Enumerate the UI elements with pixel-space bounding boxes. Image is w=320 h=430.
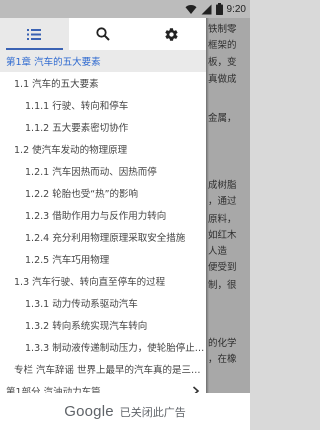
reader-text-line: 金属， <box>208 113 237 124</box>
toc-item-label: 1.3.3 制动液传递制动压力，使轮胎停止转动 <box>25 343 206 354</box>
signal-icon <box>201 4 212 14</box>
drawer-toolbar <box>0 18 206 50</box>
toc-item-label: 1.2.3 借助作用力与反作用力转向 <box>25 211 167 222</box>
toc-item[interactable]: 1.2.2 轮胎也受“热”的影响 <box>0 182 206 204</box>
reader-text-line: ，通过 <box>208 196 237 207</box>
chevron-right-icon <box>192 386 200 393</box>
reader-text-line: 成树脂 <box>208 180 237 191</box>
toc-item[interactable]: 1.1.1 行驶、转向和停车 <box>0 94 206 116</box>
toc-item-label: 第1章 汽车的五大要素 <box>6 57 101 68</box>
toc-item[interactable]: 1.3.1 动力传动系驱动汽车 <box>0 292 206 314</box>
toc-item-label: 1.2.1 汽车因热而动、因热而停 <box>25 167 157 178</box>
toc-item[interactable]: 第1部分 汽油动力车篇 <box>0 380 206 393</box>
ad-closed-text: 已关闭此广告 <box>119 405 186 419</box>
toc-item-label: 1.2 使汽车发动的物理原理 <box>14 145 128 156</box>
toc-item[interactable]: 1.2.4 充分利用物理原理采取安全措施 <box>0 226 206 248</box>
reader-text-line: 铁制零 <box>208 24 237 35</box>
reader-text-line: 板，变 <box>208 57 237 68</box>
toc-item[interactable]: 1.2.5 汽车巧用物理 <box>0 248 206 270</box>
toc-item-label: 专栏 汽车辞谣 世界上最早的汽车真的是三轮车吗？ <box>14 365 206 376</box>
toc-item[interactable]: 1.3 汽车行驶、转向直至停车的过程 <box>0 270 206 292</box>
toc-item-label: 1.3 汽车行驶、转向直至停车的过程 <box>14 277 166 288</box>
toc-drawer: 第1章 汽车的五大要素 1.1 汽车的五大要素 1.1.1 行驶、转向和停车 1.1.… <box>0 18 206 393</box>
toc-item[interactable]: 1.2 使汽车发动的物理原理 <box>0 138 206 160</box>
ad-banner[interactable]: Google 已关闭此广告 <box>0 393 250 430</box>
toc-item-label: 1.3.2 转向系统实现汽车转向 <box>25 321 148 332</box>
tab-search[interactable] <box>69 18 138 50</box>
settings-gear-icon <box>165 27 178 41</box>
reader-text-line: 的化学 <box>208 338 237 349</box>
status-bar: 9:20 <box>0 0 250 18</box>
toc-item-label: 1.1 汽车的五大要素 <box>14 79 99 90</box>
reader-text-line: 原料， <box>208 214 237 225</box>
toc-item-label: 1.1.2 五大要素密切协作 <box>25 123 129 134</box>
toc-item[interactable]: 1.3.2 转向系统实现汽车转向 <box>0 314 206 336</box>
reader-text-line: 制，很 <box>208 280 237 291</box>
toc-item[interactable]: 1.3.3 制动液传递制动压力，使轮胎停止转动 <box>0 336 206 358</box>
reader-text-line: 真做成 <box>208 74 237 85</box>
toc-item[interactable]: 1.2.1 汽车因热而动、因热而停 <box>0 160 206 182</box>
toc-item-label: 1.3.1 动力传动系驱动汽车 <box>25 299 138 310</box>
drawer-shadow <box>206 18 209 393</box>
battery-icon <box>215 3 223 15</box>
contents-list-icon <box>27 28 42 40</box>
toc-item-label: 1.2.5 汽车巧用物理 <box>25 255 110 266</box>
reader-text-line: 如红木 <box>208 230 237 241</box>
reader-text-line: 便受到 <box>208 262 237 273</box>
toc-list: 第1章 汽车的五大要素 1.1 汽车的五大要素 1.1.1 行驶、转向和停车 1.1.… <box>0 50 206 393</box>
reader-page[interactable]: 铁制零框架的板，变真做成金属， 成树脂 ，通过原料， 如红木人造便受到制，很的化学 ，在… <box>206 18 250 393</box>
toc-item[interactable]: 1.1.2 五大要素密切协作 <box>0 116 206 138</box>
search-icon <box>96 27 110 41</box>
toc-item-label: 第1部分 汽油动力车篇 <box>6 387 101 393</box>
toc-item[interactable]: 第1章 汽车的五大要素 <box>0 50 206 72</box>
status-time: 9:20 <box>226 3 246 15</box>
reader-text-line: ，在橡 <box>208 354 237 365</box>
wifi-icon <box>185 4 197 14</box>
toc-item[interactable]: 专栏 汽车辞谣 世界上最早的汽车真的是三轮车吗？ <box>0 358 206 380</box>
tab-settings[interactable] <box>137 18 206 50</box>
toc-item-label: 1.2.2 轮胎也受“热”的影响 <box>25 189 139 200</box>
tab-contents[interactable] <box>0 18 69 50</box>
status-icons: 9:20 <box>185 2 246 16</box>
google-logo: Google <box>64 403 114 420</box>
toc-item-label: 1.2.4 充分利用物理原理采取安全措施 <box>25 233 186 244</box>
reader-text-line: 框架的 <box>208 40 237 51</box>
toc-item[interactable]: 1.2.3 借助作用力与反作用力转向 <box>0 204 206 226</box>
reader-text-line: 人造 <box>208 246 228 257</box>
toc-item-label: 1.1.1 行驶、转向和停车 <box>25 101 129 112</box>
toc-item[interactable]: 1.1 汽车的五大要素 <box>0 72 206 94</box>
